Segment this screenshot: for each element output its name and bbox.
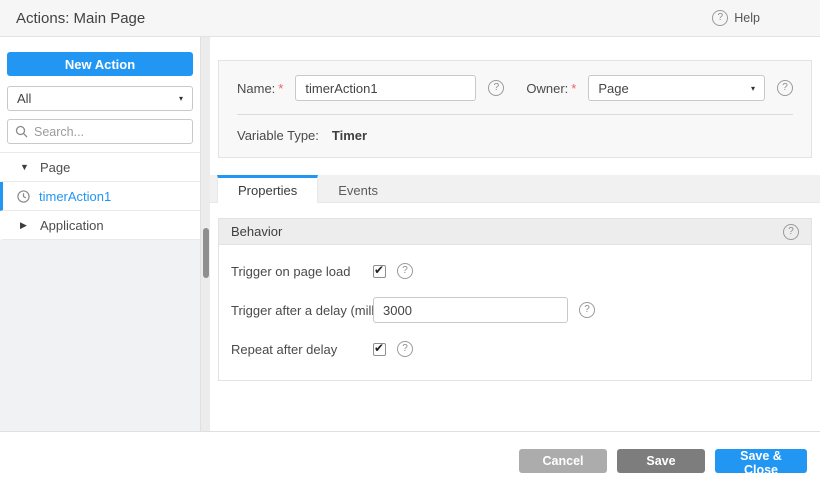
dialog-header: Actions: Main Page ? Help [0, 0, 820, 37]
tab-properties[interactable]: Properties [217, 175, 319, 203]
save-and-close-button[interactable]: Save & Close [715, 449, 807, 477]
tree-group-page[interactable]: ▼ Page [0, 153, 200, 182]
actions-tree: ▼ Page timerAction1 ▶ Application [0, 152, 200, 240]
help-button[interactable]: ? Help [712, 10, 760, 26]
sidebar-scrollbar[interactable] [200, 37, 210, 431]
general-panel: Name: * ? Owner: * Page ▾ ? [218, 60, 812, 158]
trigger-delay-label: Trigger after a delay (millisec... [231, 302, 373, 318]
name-help-icon[interactable]: ? [488, 80, 505, 96]
repeat-after-delay-checkbox[interactable] [373, 341, 386, 356]
panel-divider [237, 114, 793, 115]
tree-item-label: timerAction1 [39, 188, 112, 204]
variable-type-value: Timer [331, 128, 368, 143]
trigger-on-page-load-help-icon[interactable]: ? [397, 263, 413, 279]
name-required-marker: * [278, 80, 284, 96]
dialog-footer: Cancel Save Save & Close [0, 431, 820, 489]
action-detail-pane: Name: * ? Owner: * Page ▾ ? [210, 37, 820, 431]
repeat-after-delay-help-icon[interactable]: ? [397, 341, 413, 357]
tab-events[interactable]: Events [318, 175, 398, 202]
search-icon [15, 125, 28, 138]
behavior-section-title: Behavior [231, 224, 283, 239]
chevron-down-icon: ▾ [750, 83, 755, 93]
owner-label: Owner: [526, 80, 569, 96]
tree-group-label: Application [40, 217, 104, 233]
name-label: Name: [237, 80, 276, 96]
cancel-button[interactable]: Cancel [519, 449, 607, 473]
help-icon: ? [712, 10, 729, 26]
actions-sidebar: New Action All ▾ ▼ Page [0, 37, 200, 431]
page-title: Actions: Main Page [16, 9, 146, 27]
filter-dropdown-value: All [17, 91, 32, 106]
tree-group-label: Page [40, 159, 71, 175]
search-box [7, 119, 193, 144]
owner-dropdown[interactable]: Page ▾ [588, 75, 765, 101]
filter-dropdown[interactable]: All ▾ [7, 86, 193, 111]
owner-required-marker: * [571, 80, 577, 96]
behavior-row-repeat: Repeat after delay ? [231, 336, 799, 362]
trigger-delay-field[interactable] [373, 297, 568, 323]
collapse-triangle-icon[interactable]: ▼ [20, 162, 31, 172]
repeat-after-delay-label: Repeat after delay [231, 341, 338, 357]
tree-group-application[interactable]: ▶ Application [0, 211, 200, 240]
behavior-row-trigger-delay: Trigger after a delay (millisec... ? [231, 297, 799, 323]
owner-dropdown-value: Page [598, 80, 629, 96]
variable-type-label: Variable Type: [237, 128, 319, 143]
actions-dialog: Actions: Main Page ? Help New Action All… [0, 0, 820, 489]
sidebar-empty-area [0, 240, 200, 431]
clock-icon [17, 189, 30, 203]
trigger-on-page-load-checkbox[interactable] [373, 263, 386, 278]
scrollbar-thumb[interactable] [203, 228, 209, 278]
search-input[interactable] [34, 124, 185, 139]
trigger-delay-help-icon[interactable]: ? [579, 302, 595, 318]
tree-item-timer-action[interactable]: timerAction1 [0, 182, 200, 211]
detail-tabs: Properties Events [210, 175, 820, 203]
behavior-row-trigger-on-load: Trigger on page load ? [231, 258, 799, 284]
new-action-button[interactable]: New Action [7, 52, 193, 76]
behavior-section: Behavior ? Trigger on page load ? Trigge… [218, 218, 812, 381]
name-field[interactable] [295, 75, 477, 101]
expand-triangle-icon[interactable]: ▶ [20, 220, 31, 231]
behavior-help-icon[interactable]: ? [783, 223, 799, 240]
help-label: Help [734, 11, 760, 25]
owner-help-icon[interactable]: ? [777, 80, 793, 96]
save-button[interactable]: Save [617, 449, 705, 473]
chevron-down-icon: ▾ [178, 94, 183, 103]
trigger-on-page-load-label: Trigger on page load [231, 263, 351, 279]
